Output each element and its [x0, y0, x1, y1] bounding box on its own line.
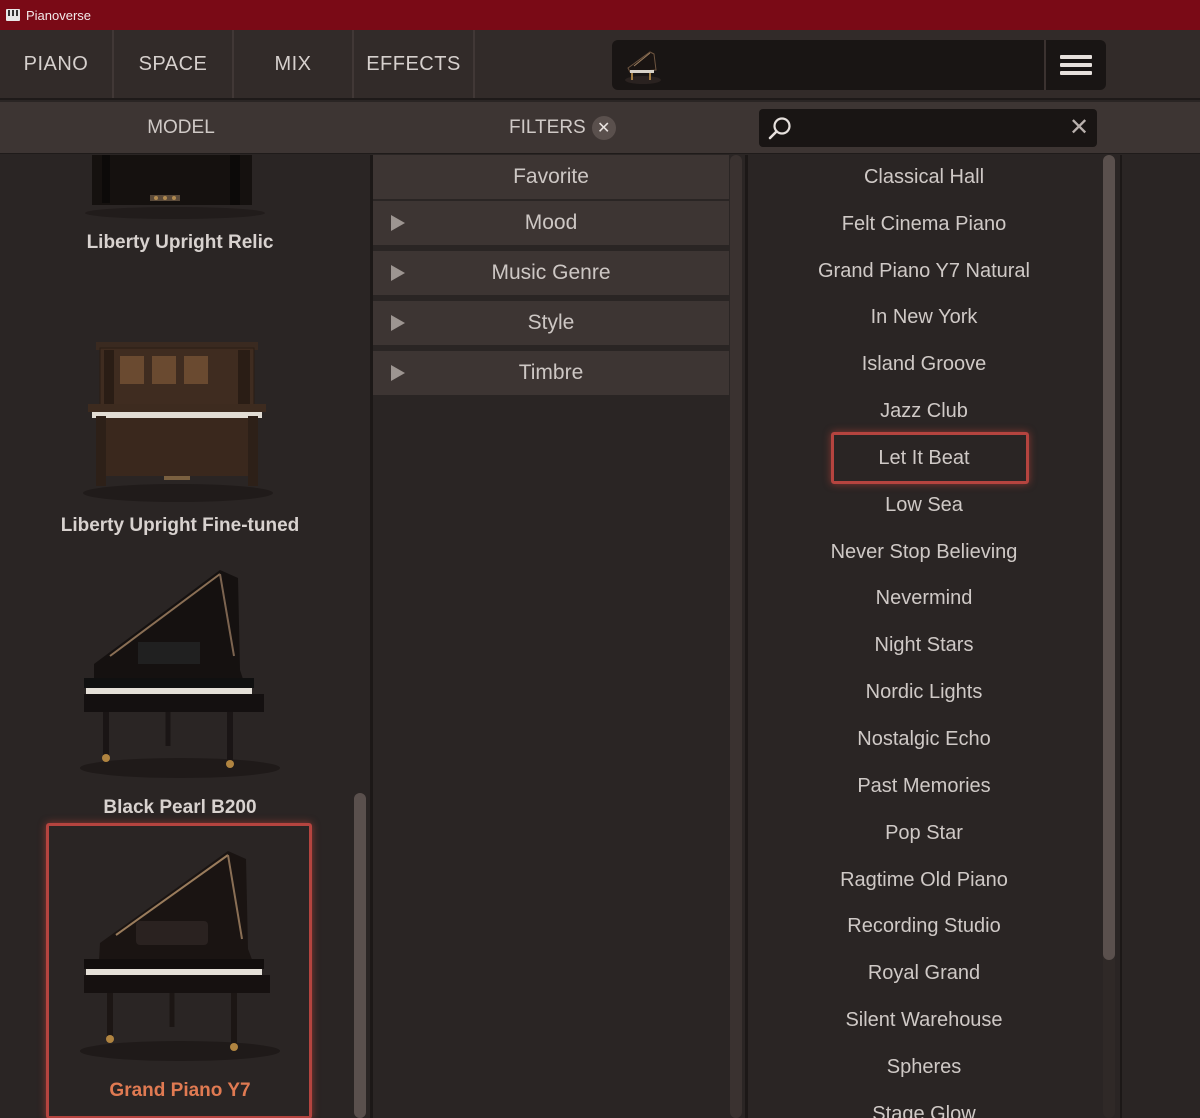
- preset-scrollbar-thumb[interactable]: [1103, 155, 1115, 960]
- model-list: Liberty Upright Relic Liberty Upright Fi…: [0, 155, 370, 1118]
- filter-favorite[interactable]: Favorite: [373, 155, 729, 201]
- model-name[interactable]: Black Pearl B200: [0, 797, 360, 819]
- black-pearl-b200-image[interactable]: [70, 560, 290, 780]
- filters-label: FILTERS: [509, 117, 586, 138]
- preset-item[interactable]: Silent Warehouse: [748, 998, 1100, 1042]
- preset-item[interactable]: Grand Piano Y7 Natural: [748, 249, 1100, 293]
- tab-mix[interactable]: MIX: [234, 30, 354, 98]
- preset-item[interactable]: Royal Grand: [748, 951, 1100, 995]
- preset-item[interactable]: Pop Star: [748, 811, 1100, 855]
- preset-item[interactable]: Spheres: [748, 1045, 1100, 1089]
- search-icon: [768, 117, 791, 140]
- hamburger-menu-icon[interactable]: [1044, 40, 1106, 90]
- model-header[interactable]: MODEL: [0, 102, 362, 154]
- expand-arrow-icon[interactable]: [391, 315, 405, 331]
- filter-mood[interactable]: Mood: [373, 201, 729, 247]
- grand-piano-y7-image[interactable]: [70, 845, 290, 1065]
- sub-header: MODEL FILTERS ✕ ✕: [0, 102, 1200, 154]
- filter-timbre[interactable]: Timbre: [373, 351, 729, 397]
- tab-effects[interactable]: EFFECTS: [354, 30, 475, 98]
- preset-item[interactable]: Nordic Lights: [748, 670, 1100, 714]
- preset-item[interactable]: Never Stop Believing: [748, 530, 1100, 574]
- model-name[interactable]: Liberty Upright Fine-tuned: [0, 515, 360, 537]
- tab-piano[interactable]: PIANO: [0, 30, 114, 98]
- filters-header[interactable]: FILTERS ✕: [509, 102, 616, 154]
- filter-label: Music Genre: [491, 261, 611, 284]
- preset-item-highlighted[interactable]: Let It Beat: [748, 436, 1100, 480]
- current-preset-bar[interactable]: [612, 40, 1106, 90]
- expand-arrow-icon[interactable]: [391, 265, 405, 281]
- preset-item[interactable]: Low Sea: [748, 483, 1100, 527]
- filter-music-genre[interactable]: Music Genre: [373, 251, 729, 297]
- filter-label: Favorite: [513, 165, 589, 188]
- preset-item[interactable]: Nostalgic Echo: [748, 717, 1100, 761]
- preset-item[interactable]: Classical Hall: [748, 155, 1100, 199]
- preset-item[interactable]: Felt Cinema Piano: [748, 202, 1100, 246]
- preset-item[interactable]: Night Stars: [748, 623, 1100, 667]
- expand-arrow-icon[interactable]: [391, 215, 405, 231]
- title-bar: Pianoverse: [0, 0, 1200, 30]
- model-name-selected[interactable]: Grand Piano Y7: [0, 1080, 360, 1102]
- preset-item[interactable]: Jazz Club: [748, 389, 1100, 433]
- preset-item[interactable]: Ragtime Old Piano: [748, 858, 1100, 902]
- app-icon: [6, 9, 20, 21]
- filter-scrollbar[interactable]: [730, 155, 742, 1118]
- search-clear-icon[interactable]: ✕: [1069, 115, 1089, 141]
- filter-list: Favorite Mood Music Genre Style Timbre: [373, 155, 745, 1118]
- liberty-upright-relic-image[interactable]: [80, 155, 270, 220]
- model-name[interactable]: Liberty Upright Relic: [0, 232, 360, 254]
- preset-item[interactable]: Recording Studio: [748, 904, 1100, 948]
- filter-label: Style: [527, 311, 575, 334]
- right-panel: [1120, 155, 1200, 1118]
- preset-item[interactable]: Past Memories: [748, 764, 1100, 808]
- filter-style[interactable]: Style: [373, 301, 729, 347]
- filter-label: Mood: [524, 211, 578, 234]
- preset-item[interactable]: Stage Glow: [748, 1092, 1100, 1118]
- preset-item[interactable]: In New York: [748, 295, 1100, 339]
- top-nav: PIANO SPACE MIX EFFECTS: [0, 30, 1200, 100]
- search-input[interactable]: [801, 113, 1051, 143]
- expand-arrow-icon[interactable]: [391, 365, 405, 381]
- search-box[interactable]: ✕: [759, 109, 1097, 147]
- model-scrollbar-thumb[interactable]: [354, 793, 366, 1118]
- clear-filters-icon[interactable]: ✕: [591, 116, 616, 140]
- filter-label: Timbre: [518, 361, 584, 384]
- preset-list: Classical Hall Felt Cinema Piano Grand P…: [748, 155, 1120, 1118]
- preset-item[interactable]: Nevermind: [748, 576, 1100, 620]
- app-title: Pianoverse: [26, 7, 92, 23]
- liberty-upright-finetuned-image[interactable]: [78, 338, 278, 503]
- preset-item[interactable]: Island Groove: [748, 342, 1100, 386]
- grand-piano-thumbnail: [625, 51, 661, 84]
- tab-space[interactable]: SPACE: [114, 30, 234, 98]
